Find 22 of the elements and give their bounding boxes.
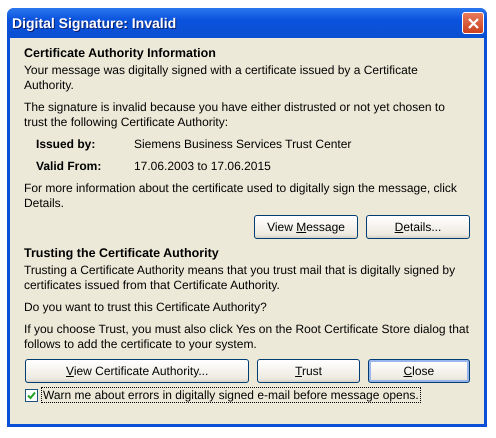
window-title: Digital Signature: Invalid bbox=[12, 15, 176, 31]
field-value: 17.06.2003 to 17.06.2015 bbox=[134, 159, 271, 174]
field-label: Valid From: bbox=[36, 159, 102, 174]
paragraph: The signature is invalid because you have either distrusted or not yet chosen to trust the following Certificate Authority: bbox=[24, 100, 446, 130]
field-value: Siemens Business Services Trust Center bbox=[134, 137, 352, 152]
checkbox-label[interactable]: Warn me about errors in digitally signed e-mail before message opens. bbox=[41, 387, 421, 403]
paragraph: Your message was digitally signed with a certificate issued by a Certificate Authority. bbox=[24, 63, 419, 93]
paragraph: Trusting a Certificate Authority means that you trust mail that is digitally signed by certificates issued from that Certificate Authority. bbox=[24, 263, 456, 293]
field-label: Issued by: bbox=[36, 137, 96, 152]
dialog-button[interactable]: Trust bbox=[257, 359, 360, 383]
close-button[interactable] bbox=[462, 12, 484, 34]
dialog-button[interactable]: View Message bbox=[254, 215, 358, 239]
checkbox[interactable] bbox=[25, 388, 38, 402]
dialog-button[interactable]: Close bbox=[368, 359, 470, 383]
close-icon bbox=[468, 18, 478, 28]
dialog-button[interactable]: Details... bbox=[366, 215, 470, 239]
paragraph: If you choose Trust, you must also click Yes on the Root Certificate Store dialog that follows to add the certificate to your system. bbox=[24, 322, 470, 352]
section-heading: Trusting the Certificate Authority bbox=[24, 246, 220, 260]
dialog-button[interactable]: View Certificate Authority... bbox=[25, 359, 250, 383]
section-heading: Certificate Authority Information bbox=[24, 46, 217, 60]
paragraph: Do you want to trust this Certificate Authority? bbox=[24, 300, 268, 315]
paragraph: For more information about the certificate used to digitally sign the message, click Details. bbox=[24, 181, 458, 211]
